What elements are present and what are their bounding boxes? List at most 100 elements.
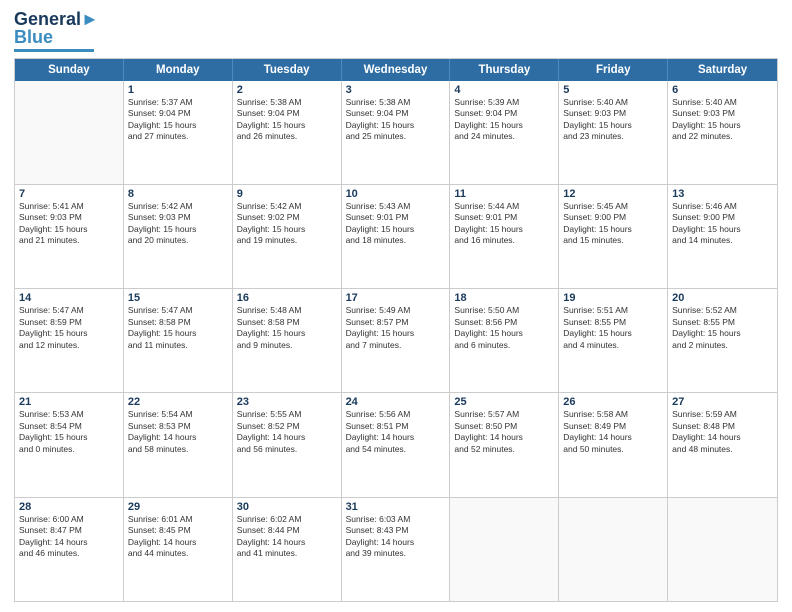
day-number: 25 — [454, 396, 554, 408]
day-info: Sunrise: 5:42 AM Sunset: 9:03 PM Dayligh… — [128, 201, 228, 247]
day-info: Sunrise: 5:38 AM Sunset: 9:04 PM Dayligh… — [237, 97, 337, 143]
day-info: Sunrise: 6:01 AM Sunset: 8:45 PM Dayligh… — [128, 514, 228, 560]
day-cell-18: 18Sunrise: 5:50 AM Sunset: 8:56 PM Dayli… — [450, 289, 559, 392]
header-day-tuesday: Tuesday — [233, 59, 342, 81]
header-day-thursday: Thursday — [450, 59, 559, 81]
header-day-friday: Friday — [559, 59, 668, 81]
day-info: Sunrise: 5:55 AM Sunset: 8:52 PM Dayligh… — [237, 409, 337, 455]
day-cell-19: 19Sunrise: 5:51 AM Sunset: 8:55 PM Dayli… — [559, 289, 668, 392]
day-info: Sunrise: 5:40 AM Sunset: 9:03 PM Dayligh… — [672, 97, 773, 143]
header-day-wednesday: Wednesday — [342, 59, 451, 81]
calendar-row-3: 21Sunrise: 5:53 AM Sunset: 8:54 PM Dayli… — [15, 393, 777, 497]
day-info: Sunrise: 5:47 AM Sunset: 8:59 PM Dayligh… — [19, 305, 119, 351]
day-cell-6: 6Sunrise: 5:40 AM Sunset: 9:03 PM Daylig… — [668, 81, 777, 184]
calendar-header: SundayMondayTuesdayWednesdayThursdayFrid… — [15, 59, 777, 81]
day-number: 22 — [128, 396, 228, 408]
day-info: Sunrise: 5:37 AM Sunset: 9:04 PM Dayligh… — [128, 97, 228, 143]
header-day-monday: Monday — [124, 59, 233, 81]
day-info: Sunrise: 5:52 AM Sunset: 8:55 PM Dayligh… — [672, 305, 773, 351]
day-info: Sunrise: 5:59 AM Sunset: 8:48 PM Dayligh… — [672, 409, 773, 455]
day-number: 20 — [672, 292, 773, 304]
day-number: 6 — [672, 84, 773, 96]
day-cell-25: 25Sunrise: 5:57 AM Sunset: 8:50 PM Dayli… — [450, 393, 559, 496]
day-number: 23 — [237, 396, 337, 408]
day-info: Sunrise: 5:50 AM Sunset: 8:56 PM Dayligh… — [454, 305, 554, 351]
day-cell-24: 24Sunrise: 5:56 AM Sunset: 8:51 PM Dayli… — [342, 393, 451, 496]
day-number: 12 — [563, 188, 663, 200]
day-number: 1 — [128, 84, 228, 96]
day-cell-15: 15Sunrise: 5:47 AM Sunset: 8:58 PM Dayli… — [124, 289, 233, 392]
day-number: 18 — [454, 292, 554, 304]
day-number: 8 — [128, 188, 228, 200]
day-cell-9: 9Sunrise: 5:42 AM Sunset: 9:02 PM Daylig… — [233, 185, 342, 288]
day-cell-5: 5Sunrise: 5:40 AM Sunset: 9:03 PM Daylig… — [559, 81, 668, 184]
day-cell-12: 12Sunrise: 5:45 AM Sunset: 9:00 PM Dayli… — [559, 185, 668, 288]
calendar-row-2: 14Sunrise: 5:47 AM Sunset: 8:59 PM Dayli… — [15, 289, 777, 393]
day-info: Sunrise: 5:46 AM Sunset: 9:00 PM Dayligh… — [672, 201, 773, 247]
calendar-row-1: 7Sunrise: 5:41 AM Sunset: 9:03 PM Daylig… — [15, 185, 777, 289]
day-info: Sunrise: 5:40 AM Sunset: 9:03 PM Dayligh… — [563, 97, 663, 143]
day-number: 10 — [346, 188, 446, 200]
day-number: 9 — [237, 188, 337, 200]
day-cell-20: 20Sunrise: 5:52 AM Sunset: 8:55 PM Dayli… — [668, 289, 777, 392]
day-cell-4: 4Sunrise: 5:39 AM Sunset: 9:04 PM Daylig… — [450, 81, 559, 184]
day-cell-3: 3Sunrise: 5:38 AM Sunset: 9:04 PM Daylig… — [342, 81, 451, 184]
calendar-row-0: 1Sunrise: 5:37 AM Sunset: 9:04 PM Daylig… — [15, 81, 777, 185]
day-info: Sunrise: 5:51 AM Sunset: 8:55 PM Dayligh… — [563, 305, 663, 351]
empty-cell-4-4 — [450, 498, 559, 601]
day-number: 24 — [346, 396, 446, 408]
day-info: Sunrise: 5:43 AM Sunset: 9:01 PM Dayligh… — [346, 201, 446, 247]
day-number: 14 — [19, 292, 119, 304]
day-info: Sunrise: 5:44 AM Sunset: 9:01 PM Dayligh… — [454, 201, 554, 247]
day-cell-28: 28Sunrise: 6:00 AM Sunset: 8:47 PM Dayli… — [15, 498, 124, 601]
day-cell-17: 17Sunrise: 5:49 AM Sunset: 8:57 PM Dayli… — [342, 289, 451, 392]
day-number: 13 — [672, 188, 773, 200]
day-info: Sunrise: 5:48 AM Sunset: 8:58 PM Dayligh… — [237, 305, 337, 351]
day-cell-29: 29Sunrise: 6:01 AM Sunset: 8:45 PM Dayli… — [124, 498, 233, 601]
calendar-row-4: 28Sunrise: 6:00 AM Sunset: 8:47 PM Dayli… — [15, 498, 777, 601]
day-info: Sunrise: 5:38 AM Sunset: 9:04 PM Dayligh… — [346, 97, 446, 143]
day-cell-27: 27Sunrise: 5:59 AM Sunset: 8:48 PM Dayli… — [668, 393, 777, 496]
day-info: Sunrise: 6:00 AM Sunset: 8:47 PM Dayligh… — [19, 514, 119, 560]
day-number: 19 — [563, 292, 663, 304]
header-day-saturday: Saturday — [668, 59, 777, 81]
day-info: Sunrise: 6:03 AM Sunset: 8:43 PM Dayligh… — [346, 514, 446, 560]
day-cell-21: 21Sunrise: 5:53 AM Sunset: 8:54 PM Dayli… — [15, 393, 124, 496]
day-number: 29 — [128, 501, 228, 513]
day-cell-30: 30Sunrise: 6:02 AM Sunset: 8:44 PM Dayli… — [233, 498, 342, 601]
calendar-body: 1Sunrise: 5:37 AM Sunset: 9:04 PM Daylig… — [15, 81, 777, 601]
day-number: 7 — [19, 188, 119, 200]
logo-line — [14, 49, 94, 52]
day-number: 11 — [454, 188, 554, 200]
logo-text2: Blue — [14, 28, 53, 48]
day-info: Sunrise: 6:02 AM Sunset: 8:44 PM Dayligh… — [237, 514, 337, 560]
day-number: 26 — [563, 396, 663, 408]
day-number: 28 — [19, 501, 119, 513]
day-number: 21 — [19, 396, 119, 408]
day-cell-16: 16Sunrise: 5:48 AM Sunset: 8:58 PM Dayli… — [233, 289, 342, 392]
day-number: 30 — [237, 501, 337, 513]
day-cell-2: 2Sunrise: 5:38 AM Sunset: 9:04 PM Daylig… — [233, 81, 342, 184]
header-day-sunday: Sunday — [15, 59, 124, 81]
day-number: 4 — [454, 84, 554, 96]
day-cell-7: 7Sunrise: 5:41 AM Sunset: 9:03 PM Daylig… — [15, 185, 124, 288]
day-info: Sunrise: 5:41 AM Sunset: 9:03 PM Dayligh… — [19, 201, 119, 247]
day-info: Sunrise: 5:47 AM Sunset: 8:58 PM Dayligh… — [128, 305, 228, 351]
day-cell-10: 10Sunrise: 5:43 AM Sunset: 9:01 PM Dayli… — [342, 185, 451, 288]
day-number: 31 — [346, 501, 446, 513]
day-cell-26: 26Sunrise: 5:58 AM Sunset: 8:49 PM Dayli… — [559, 393, 668, 496]
calendar: SundayMondayTuesdayWednesdayThursdayFrid… — [14, 58, 778, 602]
day-number: 2 — [237, 84, 337, 96]
day-info: Sunrise: 5:58 AM Sunset: 8:49 PM Dayligh… — [563, 409, 663, 455]
empty-cell-4-5 — [559, 498, 668, 601]
day-number: 5 — [563, 84, 663, 96]
day-info: Sunrise: 5:49 AM Sunset: 8:57 PM Dayligh… — [346, 305, 446, 351]
day-info: Sunrise: 5:45 AM Sunset: 9:00 PM Dayligh… — [563, 201, 663, 247]
day-number: 17 — [346, 292, 446, 304]
day-cell-8: 8Sunrise: 5:42 AM Sunset: 9:03 PM Daylig… — [124, 185, 233, 288]
empty-cell-4-6 — [668, 498, 777, 601]
day-cell-1: 1Sunrise: 5:37 AM Sunset: 9:04 PM Daylig… — [124, 81, 233, 184]
day-info: Sunrise: 5:53 AM Sunset: 8:54 PM Dayligh… — [19, 409, 119, 455]
day-cell-11: 11Sunrise: 5:44 AM Sunset: 9:01 PM Dayli… — [450, 185, 559, 288]
page: General► Blue SundayMondayTuesdayWednesd… — [0, 0, 792, 612]
